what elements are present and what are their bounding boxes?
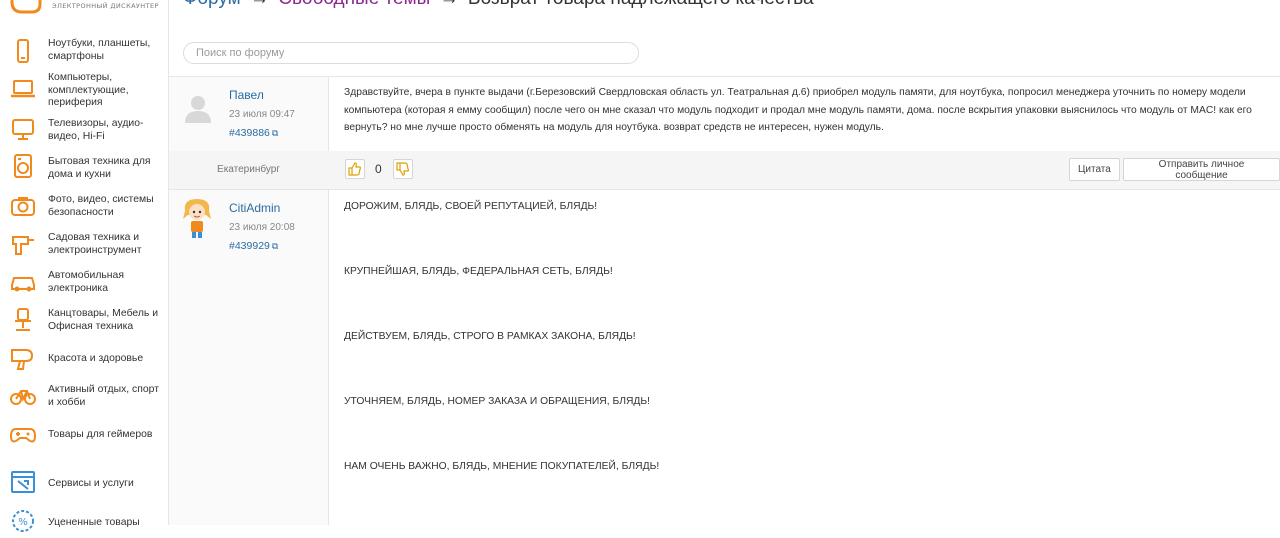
dislike-button[interactable] [393, 159, 413, 179]
quote-button[interactable]: Цитата [1069, 158, 1120, 181]
post-id: #439886 [229, 127, 270, 139]
sidebar-item-garden[interactable]: Садовая техника и электроинструмент [0, 231, 168, 261]
vote-count: 0 [375, 162, 382, 176]
thumbs-down-icon [396, 162, 410, 176]
post-author-city: Екатеринбург [217, 164, 280, 175]
post-body-line: УТОЧНЯЕМ, БЛЯДЬ, НОМЕР ЗАКАЗА И ОБРАЩЕНИ… [344, 396, 650, 407]
post-body-line: НАМ ОЧЕНЬ ВАЖНО, БЛЯДЬ, МНЕНИЕ ПОКУПАТЕЛ… [344, 461, 660, 472]
breadcrumb-topic-link[interactable]: Свободные темы [278, 0, 430, 9]
tv-icon [12, 119, 34, 140]
post-permalink[interactable]: #439929 ⧉ [229, 240, 278, 252]
washing-machine-icon [14, 154, 32, 178]
sidebar-item-services[interactable]: Сервисы и услуги [0, 469, 168, 499]
sidebar-item-office[interactable]: Канцтовары, Мебель и Офисная техника [0, 307, 168, 337]
logo-subtitle: электронный дискаунтер [52, 2, 159, 10]
post-permalink[interactable]: #439886 ⧉ [229, 127, 278, 139]
sidebar-item-beauty[interactable]: Красота и здоровье [0, 345, 168, 371]
external-link-icon: ⧉ [271, 241, 279, 251]
post-author[interactable]: CitiAdmin [229, 201, 280, 215]
admin-avatar [183, 199, 211, 238]
drill-icon [12, 236, 34, 255]
breadcrumb-arrow: → [250, 0, 269, 9]
post-body: Здравствуйте, вчера в пункте выдачи (г.Б… [344, 87, 1252, 133]
breadcrumb-arrow: → [440, 0, 459, 9]
gamepad-icon [10, 428, 36, 443]
sidebar-item-label: Фото, видео, системы безопасности [48, 194, 154, 218]
sidebar-item-discount[interactable]: % Уцененные товары [0, 508, 168, 538]
post-body-line: ДЕЙСТВУЕМ, БЛЯДЬ, СТРОГО В РАМКАХ ЗАКОНА… [344, 331, 636, 342]
services-icon [11, 471, 35, 493]
post-date: 23 июля 09:47 [229, 109, 295, 120]
page-title: Возврат товара надлежащего качества [468, 0, 814, 9]
sidebar-item-laptops[interactable]: Ноутбуки, планшеты, смартфоны [0, 36, 168, 66]
private-message-button[interactable]: Отправить личное сообщение [1123, 158, 1280, 181]
sidebar-item-photo[interactable]: Фото, видео, системы безопасности [0, 193, 168, 223]
sidebar-item-label: Ноутбуки, планшеты, смартфоны [48, 38, 151, 62]
sidebar: электронный дискаунтер Ноутбуки, планшет… [0, 0, 169, 532]
sidebar-item-gamers[interactable]: Товары для геймеров [0, 421, 168, 451]
sidebar-item-label: Сервисы и услуги [48, 478, 134, 489]
post-body-line: КРУПНЕЙШАЯ, БЛЯДЬ, ФЕДЕРАЛЬНАЯ СЕТЬ, БЛЯ… [344, 266, 613, 277]
sidebar-item-label: Активный отдых, спорт и хобби [48, 384, 159, 408]
office-chair-icon [15, 308, 31, 331]
like-button[interactable] [345, 159, 365, 179]
sidebar-item-label: Автомобильная электроника [48, 270, 124, 294]
avatar-placeholder [185, 96, 211, 123]
sidebar-item-label: Садовая техника и электроинструмент [48, 232, 142, 256]
bicycle-icon [10, 390, 36, 405]
sidebar-item-label: Товары для геймеров [48, 429, 153, 440]
sidebar-item-label: Компьютеры, комплектующие, периферия [48, 72, 129, 108]
laptop-icon [11, 80, 35, 98]
post-column-divider [328, 190, 329, 525]
sidebar-item-sport[interactable]: Активный отдых, спорт и хобби [0, 383, 168, 413]
post-author[interactable]: Павел [229, 88, 264, 102]
post-date: 23 июля 20:08 [229, 222, 295, 233]
breadcrumb-forum-link[interactable]: Форум [183, 0, 241, 9]
post-divider [168, 76, 1280, 77]
sidebar-item-computers[interactable]: Компьютеры, комплектующие, периферия [0, 72, 168, 110]
sidebar-item-label: Уцененные товары [48, 517, 140, 528]
thumbs-up-icon [348, 162, 362, 176]
sidebar-item-auto[interactable]: Автомобильная электроника [0, 269, 168, 299]
external-link-icon: ⧉ [271, 128, 279, 138]
sidebar-item-label: Телевизоры, аудио-видео, Hi-Fi [48, 118, 144, 142]
sidebar-item-label: Канцтовары, Мебель и Офисная техника [48, 308, 159, 332]
sidebar-item-label: Бытовая техника для дома и кухни [48, 156, 151, 180]
camera-icon [11, 197, 35, 216]
sidebar-item-tv[interactable]: Телевизоры, аудио-видео, Hi-Fi [0, 116, 168, 146]
post-divider [168, 189, 1280, 190]
breadcrumb: Форум → Свободные темы → Возврат товара … [183, 0, 814, 10]
hair-dryer-icon [11, 349, 34, 370]
sidebar-item-appliances[interactable]: Бытовая техника для дома и кухни [0, 154, 168, 185]
logo[interactable]: электронный дискаунтер [4, 0, 164, 14]
post-id: #439929 [229, 240, 270, 252]
sidebar-item-label: Красота и здоровье [48, 353, 144, 364]
svg-text:%: % [18, 517, 28, 528]
post-body-line: ДОРОЖИМ, БЛЯДЬ, СВОЕЙ РЕПУТАЦИЕЙ, БЛЯДЬ! [344, 201, 598, 212]
forum-search-input[interactable] [183, 42, 639, 64]
logo-hand-icon [10, 0, 42, 14]
phone-icon [17, 39, 29, 63]
car-icon [11, 277, 35, 292]
discount-icon: % [12, 510, 34, 532]
